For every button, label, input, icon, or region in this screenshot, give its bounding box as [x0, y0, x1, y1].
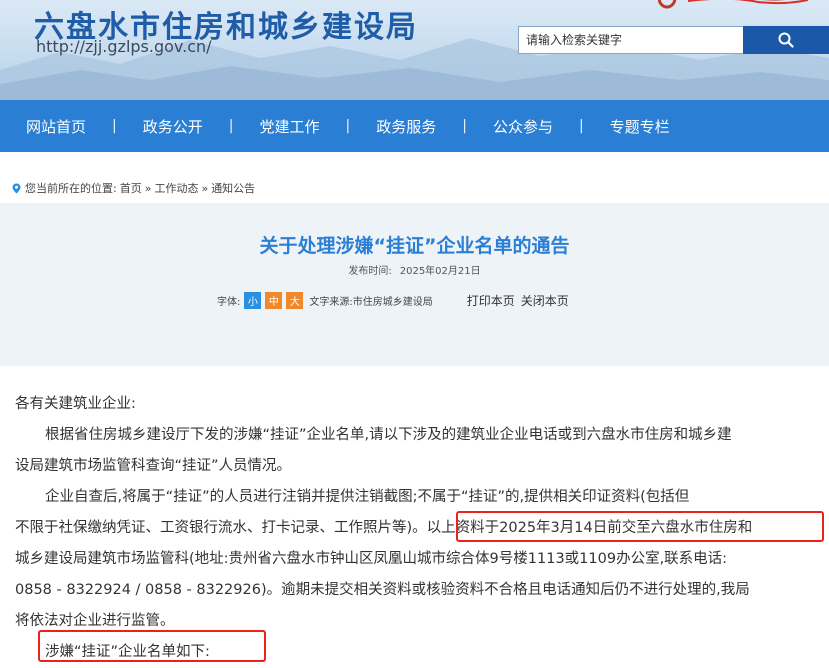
publish-date: 2025年02月21日 — [399, 266, 481, 277]
nav-item-public-participation[interactable]: 公众参与 — [493, 116, 553, 137]
main-nav: 网站首页 | 政务公开 | 党建工作 | 政务服务 | 公众参与 | 专题专栏 — [0, 100, 829, 152]
nav-divider: | — [462, 118, 467, 134]
breadcrumb: 您当前所在的位置: 首页 » 工作动态 » 通知公告 — [12, 180, 258, 196]
breadcrumb-separator: » — [144, 181, 152, 195]
article-meta: 字体: 小 中 大 文字来源:市住房城乡建设局 打印本页 关闭本页 — [217, 292, 575, 309]
publish-label: 发布时间: — [348, 266, 392, 277]
nav-item-home[interactable]: 网站首页 — [26, 116, 86, 137]
search-icon — [778, 32, 794, 48]
page-actions: 打印本页 关闭本页 — [467, 292, 575, 309]
government-logo[interactable] — [658, 0, 818, 10]
breadcrumb-work-news[interactable]: 工作动态 — [154, 180, 198, 196]
article-paragraph-line: 设局建筑市场监管科查询“挂证”人员情况。 — [15, 458, 292, 474]
nav-item-party-building[interactable]: 党建工作 — [259, 116, 319, 137]
nav-divider: | — [578, 118, 584, 134]
article-source: 文字来源:市住房城乡建设局 — [309, 297, 433, 308]
font-size-medium-button[interactable]: 中 — [265, 292, 283, 309]
breadcrumb-prefix: 您当前所在的位置: — [25, 182, 117, 195]
article-paragraph-line: 根据省住房城乡建设厅下发的涉嫌“挂证”企业名单,请以下涉及的建筑业企业电话或到六… — [45, 427, 732, 443]
highlight-box-deadline — [456, 511, 824, 542]
nav-divider: | — [112, 118, 117, 134]
nav-divider: | — [345, 118, 351, 134]
search-input[interactable] — [519, 27, 743, 53]
font-size-large-button[interactable]: 大 — [286, 292, 304, 309]
site-url[interactable]: http://zjj.gzlps.gov.cn/ — [36, 37, 212, 56]
publish-info: 发布时间: 2025年02月21日 — [0, 262, 829, 277]
article-paragraph-line: 0858 - 8322924 / 0858 - 8322926)。逾期未提交相关… — [15, 582, 750, 598]
article-paragraph-line: 企业自查后,将属于“挂证”的人员进行注销并提供注销截图;不属于“挂证”的,提供相… — [45, 489, 690, 505]
breadcrumb-notices[interactable]: 通知公告 — [211, 180, 255, 196]
article-salutation: 各有关建筑业企业: — [15, 396, 136, 412]
breadcrumb-home[interactable]: 首页 — [120, 180, 142, 196]
highlight-box-list-intro — [38, 630, 266, 662]
search-box — [518, 26, 744, 54]
nav-item-government-affairs[interactable]: 政务公开 — [143, 116, 203, 137]
article-header-panel — [0, 203, 829, 366]
close-page-link[interactable]: 关闭本页 — [521, 294, 569, 308]
nav-divider: | — [228, 118, 234, 134]
article-paragraph-line: 城乡建设局建筑市场监管科(地址:贵州省六盘水市钟山区凤凰山城市综合体9号楼111… — [15, 551, 728, 567]
search-button[interactable] — [743, 26, 829, 54]
font-size-small-button[interactable]: 小 — [244, 292, 262, 309]
font-size-label: 字体: — [217, 297, 241, 308]
article-title: 关于处理涉嫌“挂证”企业名单的通告 — [259, 235, 570, 257]
location-pin-icon — [12, 183, 21, 193]
nav-item-special-topics[interactable]: 专题专栏 — [610, 116, 670, 137]
site-header: 六盘水市住房和城乡建设局 http://zjj.gzlps.gov.cn/ — [0, 0, 829, 100]
nav-item-government-services[interactable]: 政务服务 — [376, 116, 436, 137]
breadcrumb-separator: » — [201, 181, 209, 195]
print-page-link[interactable]: 打印本页 — [467, 294, 515, 308]
